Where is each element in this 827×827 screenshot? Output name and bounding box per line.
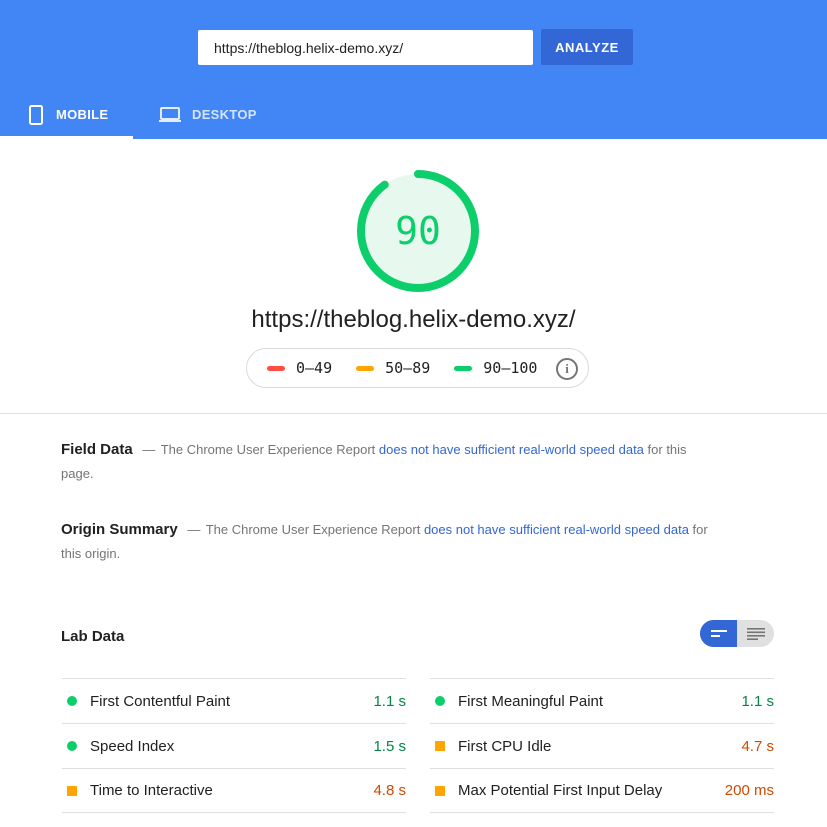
pass-indicator-icon (67, 741, 77, 751)
metric-speed-index: Speed Index 1.5 s (62, 723, 406, 768)
performance-score: 90 (395, 209, 441, 253)
metric-first-cpu-idle: First CPU Idle 4.7 s (430, 723, 774, 768)
field-data-dash: — (142, 442, 156, 457)
average-indicator-icon (435, 741, 445, 751)
metric-first-meaningful-paint: First Meaningful Paint 1.1 s (430, 678, 774, 723)
tab-desktop[interactable]: DESKTOP (158, 90, 268, 139)
tab-mobile[interactable]: MOBILE (0, 90, 133, 139)
metric-label: Speed Index (90, 737, 175, 755)
origin-summary-text-before: The Chrome User Experience Report (205, 522, 421, 537)
pass-indicator-icon (67, 696, 77, 706)
metric-value: 1.1 s (373, 692, 406, 710)
tab-desktop-label: DESKTOP (192, 107, 257, 122)
legend-range-pass: 90–100 (483, 359, 538, 377)
url-input[interactable] (198, 30, 533, 65)
metric-label: Max Potential First Input Delay (458, 782, 663, 799)
field-data-section: Field Data — The Chrome User Experience … (61, 438, 721, 486)
metric-first-contentful-paint: First Contentful Paint 1.1 s (62, 678, 406, 723)
field-data-heading: Field Data (61, 441, 133, 458)
legend-swatch-average (356, 365, 375, 371)
metrics-right-column: First Meaningful Paint 1.1 s First CPU I… (430, 678, 774, 813)
origin-summary-heading: Origin Summary (61, 521, 178, 538)
average-indicator-icon (67, 785, 77, 796)
lab-data-title: Lab Data (61, 628, 125, 645)
metric-label: First Contentful Paint (90, 692, 231, 710)
tab-mobile-label: MOBILE (56, 107, 109, 122)
info-icon[interactable]: i (556, 358, 578, 380)
metrics-left-column: First Contentful Paint 1.1 s Speed Index… (62, 678, 406, 813)
expanded-view-icon (746, 627, 765, 640)
analyze-button[interactable]: ANALYZE (541, 29, 633, 65)
laptop-icon (158, 106, 182, 124)
expanded-view-button[interactable] (737, 620, 774, 647)
compact-view-button[interactable] (700, 620, 737, 647)
metric-label: Time to Interactive (90, 782, 213, 799)
metric-value: 4.8 s (373, 782, 406, 799)
compact-view-icon (710, 629, 727, 637)
pass-indicator-icon (435, 696, 445, 706)
field-data-text-before: The Chrome User Experience Report (160, 442, 376, 457)
legend-swatch-pass (454, 365, 473, 371)
legend-range-average: 50–89 (385, 359, 431, 377)
metric-value: 1.1 s (741, 692, 774, 710)
legend-range-fail: 0–49 (296, 359, 333, 377)
score-legend: 0–49 50–89 90–100 i (246, 348, 589, 388)
legend-item-fail: 0–49 (267, 359, 332, 377)
field-data-link[interactable]: does not have sufficient real-world spee… (379, 442, 644, 457)
legend-swatch-fail (267, 365, 285, 371)
origin-summary-section: Origin Summary — The Chrome User Experie… (61, 518, 711, 566)
header-bar: ANALYZE MOBILE DESKTOP (0, 0, 827, 139)
section-divider (0, 413, 827, 414)
origin-summary-dash: — (187, 522, 201, 537)
metric-label: First CPU Idle (458, 737, 552, 755)
metric-value: 1.5 s (373, 737, 406, 755)
metric-value: 200 ms (724, 782, 774, 799)
metric-value: 4.7 s (741, 737, 774, 755)
metric-max-potential-fid: Max Potential First Input Delay 200 ms (430, 768, 774, 813)
metric-time-to-interactive: Time to Interactive 4.8 s (62, 768, 406, 813)
legend-item-average: 50–89 (356, 359, 430, 377)
view-toggle[interactable] (700, 620, 774, 647)
origin-summary-link[interactable]: does not have sufficient real-world spee… (424, 522, 689, 537)
tested-url: https://theblog.helix-demo.xyz/ (251, 306, 576, 333)
metric-label: First Meaningful Paint (458, 692, 604, 710)
legend-item-pass: 90–100 (454, 359, 537, 377)
average-indicator-icon (435, 785, 445, 796)
mobile-icon (28, 104, 44, 125)
